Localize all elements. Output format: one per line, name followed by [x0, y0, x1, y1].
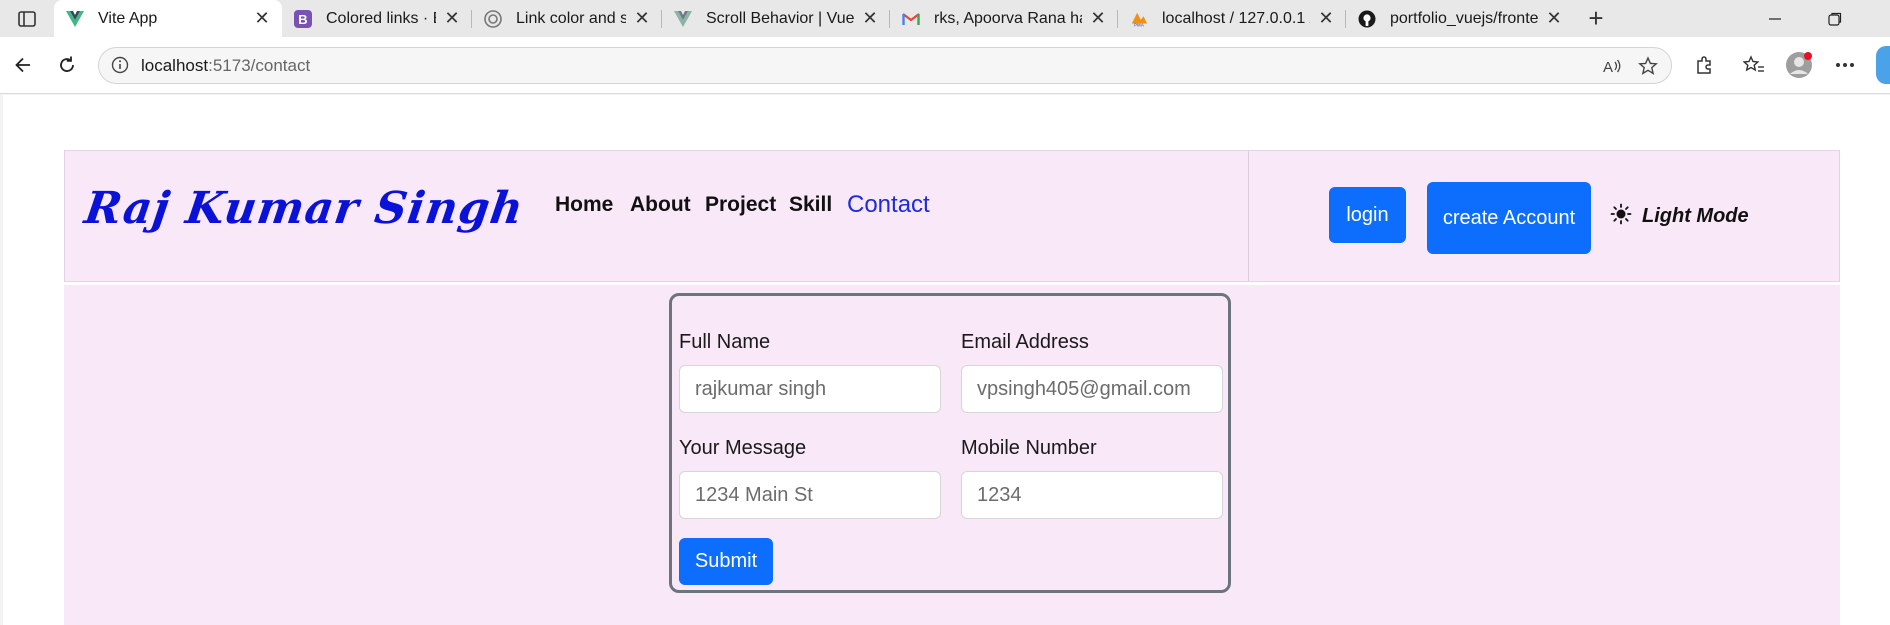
favorites-collection-icon[interactable]	[1737, 48, 1771, 82]
extensions-icon[interactable]	[1687, 48, 1721, 82]
nav-about[interactable]: About	[630, 193, 691, 217]
site-info-icon[interactable]	[111, 56, 129, 79]
browser-tab-gmail[interactable]: rks, Apoorva Rana has ✕	[890, 0, 1118, 37]
nav-contact[interactable]: Contact	[847, 191, 930, 219]
site-header: Raj Kumar Singh Home About Project Skill…	[64, 150, 1840, 282]
email-label: Email Address	[961, 331, 1089, 353]
message-label: Your Message	[679, 437, 807, 459]
theme-mode-label: Light Mode	[1642, 205, 1749, 227]
close-tab-icon[interactable]: ✕	[1088, 8, 1108, 29]
tab-title: portfolio_vuejs/frontend	[1390, 9, 1538, 27]
tab-title: rks, Apoorva Rana has	[934, 9, 1082, 27]
mobile-input[interactable]	[961, 471, 1223, 519]
vue-logo-icon	[66, 10, 84, 28]
back-arrow-icon[interactable]	[6, 48, 40, 82]
full-name-input[interactable]	[679, 365, 941, 413]
favorite-star-icon[interactable]	[1631, 49, 1665, 83]
browser-tab-link-color[interactable]: Link color and style ✕	[472, 0, 662, 37]
vue-logo-icon	[674, 10, 692, 28]
close-tab-icon[interactable]: ✕	[252, 8, 272, 29]
tab-title: localhost / 127.0.0.1 / phpMyAdmin	[1162, 9, 1310, 27]
copilot-icon[interactable]	[1876, 46, 1890, 84]
profile-avatar-icon[interactable]	[1782, 48, 1816, 82]
full-name-label: Full Name	[679, 331, 771, 353]
tab-title: Scroll Behavior | Vue Router	[706, 9, 854, 27]
close-tab-icon[interactable]: ✕	[1316, 8, 1336, 29]
nav-home[interactable]: Home	[555, 193, 613, 217]
contact-form: Full Name Email Address Your Message Mob…	[669, 293, 1231, 593]
sun-icon	[1610, 203, 1632, 230]
create-account-button[interactable]: create Account	[1427, 182, 1591, 254]
settings-ring-icon	[484, 9, 502, 28]
header-actions: login create Account Light Mode	[1248, 151, 1840, 281]
message-input[interactable]	[679, 471, 941, 519]
contact-section: Full Name Email Address Your Message Mob…	[64, 285, 1840, 625]
browser-tab-github[interactable]: portfolio_vuejs/frontend ✕	[1346, 0, 1574, 37]
url-text: localhost:5173/contact	[141, 56, 310, 76]
tab-title: Link color and style	[516, 9, 626, 27]
browser-tab-vite-app[interactable]: Vite App ✕	[54, 0, 282, 37]
svg-text:A: A	[1603, 59, 1613, 75]
reload-icon[interactable]	[50, 48, 84, 82]
close-tab-icon[interactable]: ✕	[632, 8, 652, 29]
url-host: localhost	[141, 56, 209, 75]
address-bar[interactable]: localhost:5173/contact A	[98, 47, 1672, 84]
bootstrap-logo-icon: B	[294, 9, 312, 28]
close-tab-icon[interactable]: ✕	[860, 8, 880, 29]
close-tab-icon[interactable]: ✕	[442, 8, 462, 29]
email-input[interactable]	[961, 365, 1223, 413]
minimize-icon[interactable]	[1745, 0, 1805, 37]
browser-toolbar: localhost:5173/contact A	[0, 37, 1890, 94]
restore-icon[interactable]	[1805, 0, 1865, 37]
svg-text:PMA: PMA	[1134, 22, 1145, 27]
login-button[interactable]: login	[1329, 187, 1406, 243]
browser-tab-phpmyadmin[interactable]: PMA localhost / 127.0.0.1 / phpMyAdmin ✕	[1118, 0, 1346, 37]
github-icon	[1358, 10, 1376, 28]
new-tab-icon[interactable]: +	[1574, 0, 1618, 37]
tab-title: Vite App	[98, 9, 158, 27]
url-path: :5173/contact	[208, 56, 311, 75]
nav-skill[interactable]: Skill	[789, 193, 832, 217]
more-options-icon[interactable]	[1828, 48, 1862, 82]
page-viewport: Raj Kumar Singh Home About Project Skill…	[3, 95, 1890, 625]
mobile-label: Mobile Number	[961, 437, 1097, 459]
read-aloud-icon[interactable]: A	[1595, 49, 1629, 83]
tab-title: Colored links · Bootstrap	[326, 9, 436, 27]
browser-tab-bootstrap[interactable]: B Colored links · Bootstrap ✕	[282, 0, 472, 37]
browser-tab-scroll-behavior[interactable]: Scroll Behavior | Vue Router ✕	[662, 0, 890, 37]
brand-logo-text[interactable]: Raj Kumar Singh	[81, 183, 527, 234]
close-tab-icon[interactable]: ✕	[1544, 8, 1564, 29]
theme-toggle[interactable]: Light Mode	[1610, 203, 1749, 230]
nav-project[interactable]: Project	[705, 193, 776, 217]
submit-button[interactable]: Submit	[679, 538, 773, 585]
browser-tab-bar: Vite App ✕ B Colored links · Bootstrap ✕…	[0, 0, 1890, 37]
svg-text:B: B	[298, 12, 307, 27]
gmail-icon	[902, 10, 920, 28]
tab-actions-menu-icon[interactable]	[0, 0, 54, 37]
phpmyadmin-icon: PMA	[1130, 10, 1148, 28]
